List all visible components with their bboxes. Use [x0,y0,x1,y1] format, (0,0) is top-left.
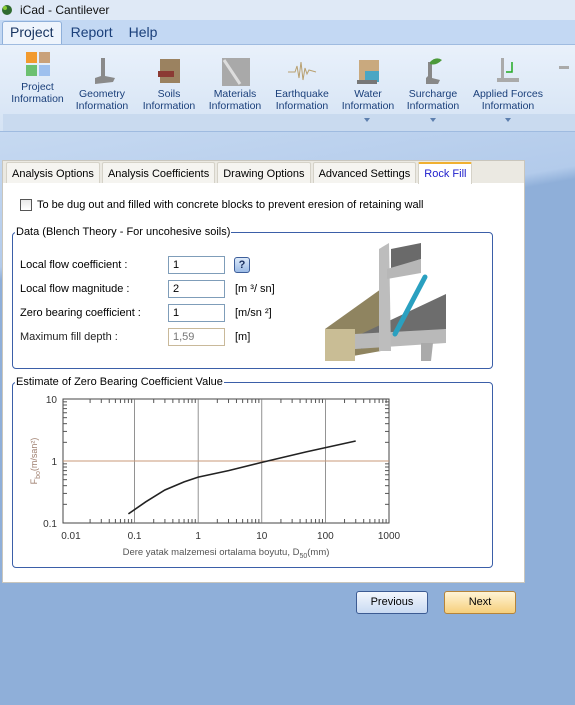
maximum-fill-depth-row: Maximum fill depth : 1,59 [m] [20,328,250,346]
surcharge-dropdown-icon[interactable] [430,118,436,122]
x-tick-label: 0.01 [61,531,81,542]
x-tick-label: 10 [256,531,268,542]
x-axis-label: Dere yatak malzemesi ortalama boyutu, D5… [123,547,330,560]
earthquake-icon [288,61,317,81]
title-bar: iCad - Cantilever [0,0,575,20]
settings-panel: Analysis Options Analysis Coefficients D… [2,160,525,583]
geometry-icon [95,58,115,84]
y-tick-label: 10 [46,395,58,406]
applied-forces-information-button[interactable]: Applied Forces Information [467,56,549,112]
previous-button[interactable]: Previous [356,591,428,614]
local-flow-coefficient-row: Local flow coefficient : 1 ? [20,256,250,274]
app-icon [2,5,12,15]
maximum-fill-depth-input: 1,59 [168,328,225,346]
materials-information-button[interactable]: Materials Information [203,56,267,112]
tab-drawing-options[interactable]: Drawing Options [217,162,311,183]
menu-tab-report[interactable]: Report [64,22,120,44]
applied-forces-icon [497,58,519,82]
water-information-button[interactable]: Water Information [336,56,400,112]
soils-icon [158,59,180,83]
data-group-title: Data (Blench Theory - For uncohesive soi… [16,226,231,238]
next-button[interactable]: Next [444,591,516,614]
water-icon [357,60,379,84]
ribbon: Project Information Geometry Information S… [0,44,575,132]
materials-icon [222,58,250,86]
local-flow-coefficient-input[interactable]: 1 [168,256,225,274]
soils-information-button[interactable]: Soils Information [137,56,201,112]
menu-tab-project[interactable]: Project [2,21,62,44]
local-flow-magnitude-row: Local flow magnitude : 2 [m ³/ sn] [20,280,275,298]
project-information-button[interactable]: Project Information [6,49,69,105]
x-tick-label: 0.1 [128,531,142,542]
menu-tab-help[interactable]: Help [122,22,165,44]
x-tick-label: 100 [317,531,334,542]
project-info-icon [25,52,50,76]
ribbon-item-partial[interactable] [555,56,575,88]
x-tick-label: 1 [195,531,201,542]
tab-advanced-settings[interactable]: Advanced Settings [312,162,417,183]
retaining-wall-illustration [325,243,446,361]
y-tick-label: 1 [51,457,57,468]
local-flow-magnitude-input[interactable]: 2 [168,280,225,298]
zero-bearing-chart: 0.01 0.1 1 10 100 1000 0.1 1 10 Dere yatak malzem… [29,395,401,560]
chart-group-title: Estimate of Zero Bearing Coefficient Val… [16,376,223,388]
tab-strip: Analysis Options Analysis Coefficients D… [3,161,524,184]
help-button[interactable]: ? [234,257,250,273]
y-tick-label: 0.1 [43,519,57,530]
surcharge-icon [426,58,442,84]
earthquake-information-button[interactable]: Earthquake Information [270,56,334,112]
geometry-information-button[interactable]: Geometry Information [70,56,134,112]
zero-bearing-coefficient-row: Zero bearing coefficient : 1 [m/sn ²] [20,304,272,322]
window-title: iCad - Cantilever [20,3,110,17]
y-axis-label: Fbo(m/san²) [29,438,42,485]
dig-out-checkbox[interactable] [20,199,32,211]
dig-out-checkbox-label: To be dug out and filled with concrete b… [37,199,424,211]
menu-bar: Project Report Help [0,20,575,44]
tab-analysis-options[interactable]: Analysis Options [6,162,100,183]
dig-out-checkbox-row[interactable]: To be dug out and filled with concrete b… [20,199,423,211]
tab-rock-fill[interactable]: Rock Fill [418,162,473,184]
tab-analysis-coefficients[interactable]: Analysis Coefficients [101,162,216,183]
water-dropdown-icon[interactable] [364,118,370,122]
zero-bearing-coefficient-input[interactable]: 1 [168,304,225,322]
applied-forces-dropdown-icon[interactable] [505,118,511,122]
surcharge-information-button[interactable]: Surcharge Information [401,56,465,112]
x-tick-label: 1000 [378,531,401,542]
